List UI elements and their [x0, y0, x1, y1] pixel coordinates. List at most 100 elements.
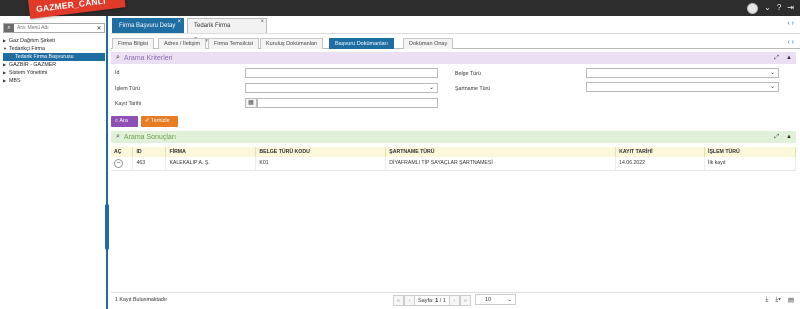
tab-firma-basvuru-detay[interactable]: Firma Başvuru Detay ×	[112, 18, 184, 33]
next-page-icon[interactable]: ›	[448, 294, 460, 306]
close-icon[interactable]: ×	[260, 15, 264, 30]
page-current[interactable]: 1	[435, 298, 438, 304]
first-page-icon[interactable]: «	[393, 294, 404, 306]
tab-firma-bilgisi[interactable]: Firma Bilgisi	[112, 38, 154, 49]
sidebar-collapse-handle[interactable]	[105, 204, 109, 250]
column-header-id[interactable]: ID	[132, 147, 167, 157]
collapse-icon[interactable]: ▲	[786, 134, 792, 141]
expand-icon[interactable]: ⤢	[774, 134, 779, 141]
page-separator: /	[439, 297, 442, 304]
id-label: Id	[115, 70, 120, 76]
sidebar-item-label: Sistem Yönetimi	[9, 70, 48, 76]
help-icon[interactable]: ?	[777, 0, 781, 16]
panel-controls: ⤢ ▲	[774, 134, 792, 141]
open-cell: −	[111, 157, 134, 171]
column-header-belge-turu-kodu[interactable]: BELGE TÜRÜ KODU	[255, 147, 387, 157]
download-icon[interactable]: ⤓	[765, 296, 768, 304]
page-total: 1	[442, 297, 446, 304]
close-icon[interactable]: ×	[177, 15, 181, 30]
sub-tab-bar: Firma Bilgisi Adres / İletişim Firma Tem…	[111, 38, 800, 49]
page-size-select[interactable]: 10 ⌄	[475, 294, 516, 305]
kayit-tarihi-field[interactable]	[257, 98, 438, 108]
search-button[interactable]: ⌕ Ara	[111, 116, 138, 127]
eraser-icon: ✐	[145, 118, 150, 124]
sidebar-item-label: GAZBİR - GAZMER	[9, 62, 57, 68]
export-icons: ⤓ ⤓▾ ▤	[765, 296, 794, 304]
sidebar-item-label: Tedarik Firma Başvurusu	[15, 54, 74, 60]
tab-kurulus-dokumanlari[interactable]: Kuruluş Dokümanları	[260, 38, 324, 49]
tab-tedarik-firma-basvurusu[interactable]: Tedarik Firma Başvurusu ×	[187, 15, 267, 44]
clear-button[interactable]: ✐ Temizle	[141, 116, 178, 127]
search-icon: ⌕	[116, 54, 120, 61]
collapse-icon[interactable]: ▲	[786, 55, 792, 62]
search-results-header: ⌕ Arama Sonuçları ⤢ ▲	[111, 131, 796, 143]
column-header-islem-turu[interactable]: İŞLEM TÜRÜ	[704, 147, 796, 157]
belge-turu-select[interactable]: ⌄	[586, 68, 779, 78]
column-header-ac[interactable]: AÇ	[111, 147, 134, 157]
sartname-turu-select[interactable]: ⌄	[586, 82, 779, 92]
last-page-icon[interactable]: »	[459, 294, 471, 306]
menu-search: ⌕ ✕	[3, 23, 105, 33]
tab-label: Firma Başvuru Detay	[119, 23, 176, 29]
belge-turu-label: Belge Türü	[455, 71, 481, 77]
sidebar-item-gazbir-gazmer[interactable]: ▶ GAZBİR - GAZMER	[3, 61, 105, 69]
page-label: Sayfa:	[418, 297, 434, 304]
export-file-icon[interactable]: ▤	[788, 296, 794, 304]
sidebar-item-tedarik-firma-basvurusu[interactable]: Tedarik Firma Başvurusu	[3, 53, 105, 61]
sartname-turu-label: Şartname Türü	[455, 86, 491, 92]
panel-controls: ⤢ ▲	[774, 55, 792, 62]
chevron-down-icon: ⌄	[507, 297, 512, 303]
panel-title: Arama Kriterleri	[123, 54, 173, 62]
pager: « ‹ Sayfa: 1 / 1 › »	[393, 294, 471, 306]
avatar[interactable]	[747, 2, 759, 14]
calendar-icon[interactable]: ▦	[245, 98, 257, 108]
sidebar-item-label: Gaz Dağıtım Şirketi	[9, 38, 55, 44]
menu-search-input[interactable]	[14, 24, 94, 32]
sidebar: ⌕ ✕ ▶ Gaz Dağıtım Şirketi ▼ Tedarikçi Fi…	[0, 16, 109, 309]
chevron-down-icon[interactable]: ⌄	[764, 0, 771, 16]
table-header-row: AÇ ID FİRMA BELGE TÜRÜ KODU ŞARTNAME TÜR…	[111, 147, 796, 157]
sidebar-item-label: MBS	[9, 78, 21, 84]
download-menu-icon[interactable]: ⤓▾	[775, 296, 781, 304]
close-icon[interactable]: ✕	[94, 25, 104, 32]
column-header-sartname-turu[interactable]: ŞARTNAME TÜRÜ	[385, 147, 617, 157]
sidebar-item-label: Tedarikçi Firma	[9, 46, 45, 52]
tab-basvuru-dokumanlari[interactable]: Başvuru Dokümanları	[329, 38, 394, 49]
search-criteria-header: ⌕ Arama Kriterleri ⤢ ▲	[111, 52, 796, 64]
button-label: Temizle	[151, 118, 170, 124]
sidebar-item-gaz-dagitim[interactable]: ▶ Gaz Dağıtım Şirketi	[3, 37, 105, 45]
table-row[interactable]: − 463 KALEKALIP A. Ş. K01 DİYAFRAMLI TİP…	[111, 157, 796, 171]
prev-page-icon[interactable]: ‹	[404, 294, 415, 306]
chevron-down-icon: ⌄	[428, 85, 434, 91]
islem-turu-select[interactable]: ⌄	[245, 83, 438, 93]
id-field[interactable]	[245, 68, 438, 78]
panel-title: Arama Sonuçları	[123, 133, 177, 141]
sidebar-item-sistem-yonetimi[interactable]: ▶ Sistem Yönetimi	[3, 69, 105, 77]
cell-islem-turu: İlk kayıt	[704, 157, 796, 171]
sidebar-item-mbs[interactable]: ▶ MBS	[3, 77, 105, 85]
results-table: AÇ ID FİRMA BELGE TÜRÜ KODU ŞARTNAME TÜR…	[111, 147, 796, 171]
page-indicator: Sayfa: 1 / 1	[415, 294, 449, 306]
search-icon[interactable]: ⌕	[4, 24, 14, 32]
user-area: ⌄ ? ⇥	[747, 0, 800, 16]
sidebar-item-tedarikci-firma[interactable]: ▼ Tedarikçi Firma	[3, 45, 105, 53]
islem-turu-label: İşlem Türü	[115, 86, 140, 92]
column-header-kayit-tarihi[interactable]: KAYIT TARİHİ	[615, 147, 706, 157]
cell-id: 463	[132, 157, 167, 171]
column-header-firma[interactable]: FİRMA	[165, 147, 257, 157]
tab-dokuman-onay[interactable]: Doküman Onay	[403, 38, 454, 49]
menu-tree: ▶ Gaz Dağıtım Şirketi ▼ Tedarikçi Firma …	[3, 37, 105, 85]
logout-icon[interactable]: ⇥	[787, 0, 794, 16]
cell-sartname-turu: DİYAFRAMLI TİP SAYAÇLAR ŞARTNAMESİ	[385, 157, 617, 171]
tab-scroll-arrows[interactable]: ‹ ›	[787, 39, 794, 46]
tab-scroll-arrows[interactable]: ‹ ›	[787, 20, 794, 27]
cell-belge-turu-kodu: K01	[255, 157, 387, 171]
table-footer: 1 Kayıt Bulunmaktadır « ‹ Sayfa: 1 / 1 ›…	[111, 292, 800, 309]
open-row-icon[interactable]: −	[114, 158, 123, 168]
tab-adres-iletisim[interactable]: Adres / İletişim	[158, 38, 207, 49]
cell-firma: KALEKALIP A. Ş.	[165, 157, 257, 171]
search-icon: ⌕	[116, 133, 120, 140]
tab-firma-temsilcisi[interactable]: Firma Temsilcisi	[208, 38, 260, 49]
expand-icon[interactable]: ⤢	[774, 55, 779, 62]
cell-kayit-tarihi: 14.06.2022	[615, 157, 706, 171]
